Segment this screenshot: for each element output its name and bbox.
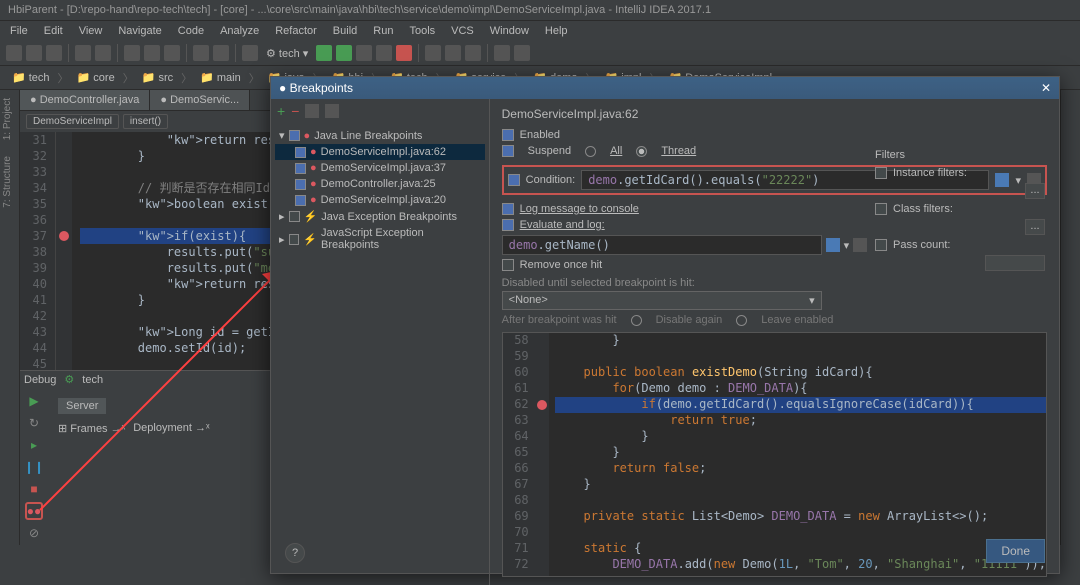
menu-edit[interactable]: Edit	[38, 23, 69, 39]
server-tab[interactable]: Server	[58, 398, 106, 414]
redo-icon[interactable]	[95, 45, 111, 61]
breakpoints-dialog: ● Breakpoints ✕ + − ▾●Java Line Breakpoi…	[270, 76, 1060, 574]
pause-icon[interactable]: ❙❙	[25, 458, 43, 476]
pass-chk[interactable]	[875, 239, 887, 251]
struct-icon[interactable]	[494, 45, 510, 61]
nav-tech[interactable]: 📁 tech	[8, 69, 54, 86]
suspend-chk[interactable]	[502, 145, 514, 157]
condition-chk[interactable]	[508, 174, 520, 186]
tree-icon[interactable]	[325, 104, 339, 118]
menu-help[interactable]: Help	[539, 23, 574, 39]
eval-input[interactable]: demo.getName()	[502, 235, 822, 255]
menu-tools[interactable]: Tools	[403, 23, 441, 39]
vcs3-icon[interactable]	[465, 45, 481, 61]
main-toolbar: ⚙ tech ▾	[0, 41, 1080, 66]
eval-expand-icon[interactable]	[853, 238, 867, 252]
menu-view[interactable]: View	[73, 23, 109, 39]
crumb-class[interactable]: DemoServiceImpl	[26, 114, 119, 129]
title-bar: HbiParent - [D:\repo-hand\repo-tech\tech…	[0, 0, 1080, 21]
stop-icon[interactable]	[396, 45, 412, 61]
make-icon[interactable]	[242, 45, 258, 61]
code-preview[interactable]: 585960616263646566676869707172 } public …	[502, 332, 1047, 577]
project-tool[interactable]: 1: Project	[0, 90, 15, 148]
enabled-chk[interactable]	[502, 129, 514, 141]
logmsg-chk[interactable]	[502, 203, 514, 215]
thread-radio[interactable]	[636, 146, 647, 157]
tab-democontroller[interactable]: ● DemoController.java	[20, 90, 150, 110]
removeonce-chk[interactable]	[502, 259, 514, 271]
frames-dd[interactable]: ⊞ Frames →ˣ	[58, 422, 125, 435]
cut-icon[interactable]	[124, 45, 140, 61]
run-icon[interactable]	[316, 45, 332, 61]
run-config-dd[interactable]: ⚙ tech ▾	[262, 47, 312, 60]
help-button[interactable]: ?	[285, 543, 305, 563]
menu-window[interactable]: Window	[484, 23, 535, 39]
add-bp-icon[interactable]: +	[277, 103, 285, 119]
disabled-until-label: Disabled until selected breakpoint is hi…	[502, 277, 1047, 289]
dialog-title-bar[interactable]: ● Breakpoints ✕	[271, 77, 1059, 99]
debug-config[interactable]: tech	[82, 374, 103, 386]
close-icon[interactable]: ✕	[1041, 81, 1051, 95]
crumb-method[interactable]: insert()	[123, 114, 168, 129]
vcs2-icon[interactable]	[445, 45, 461, 61]
reload-icon[interactable]: ↻	[25, 414, 43, 432]
tab-demoservice[interactable]: ● DemoServic...	[150, 90, 250, 110]
remove-bp-icon[interactable]: −	[291, 103, 299, 119]
disabled-until-dd[interactable]: <None>▾	[502, 291, 822, 310]
resume-icon[interactable]: ▸	[25, 436, 43, 454]
undo-icon[interactable]	[75, 45, 91, 61]
stop-debug-icon[interactable]: ■	[25, 480, 43, 498]
profile-icon[interactable]	[376, 45, 392, 61]
deployment-dd[interactable]: Deployment →ˣ	[133, 422, 209, 435]
all-radio[interactable]	[585, 146, 596, 157]
paste-icon[interactable]	[164, 45, 180, 61]
vcs1-icon[interactable]	[425, 45, 441, 61]
nav-src[interactable]: 📁 src	[138, 69, 177, 86]
save-icon[interactable]	[26, 45, 42, 61]
menu-build[interactable]: Build	[327, 23, 363, 39]
menu-vcs[interactable]: VCS	[445, 23, 480, 39]
inst-chk[interactable]	[875, 167, 887, 179]
eval-dd-icon[interactable]: ▾	[844, 239, 850, 252]
nav-main[interactable]: 📁 main	[196, 69, 245, 86]
leave-enabled-radio[interactable]	[736, 315, 747, 326]
pass-input[interactable]	[985, 255, 1045, 271]
view-bp-icon[interactable]: ●●	[25, 502, 43, 520]
right-gutter	[1060, 90, 1080, 545]
menu-run[interactable]: Run	[367, 23, 399, 39]
sync-icon[interactable]	[46, 45, 62, 61]
menu-analyze[interactable]: Analyze	[214, 23, 265, 39]
menu-file[interactable]: File	[4, 23, 34, 39]
open-icon[interactable]	[6, 45, 22, 61]
disable-again-radio[interactable]	[631, 315, 642, 326]
debug-icon[interactable]	[336, 45, 352, 61]
menu-refactor[interactable]: Refactor	[269, 23, 323, 39]
inst-dots[interactable]: ...	[1025, 183, 1045, 199]
menu-navigate[interactable]: Navigate	[112, 23, 167, 39]
copy-icon[interactable]	[144, 45, 160, 61]
left-gutter: 1: Project 7: Structure	[0, 90, 20, 545]
bp-tree[interactable]: ▾●Java Line Breakpoints ●DemoServiceImpl…	[271, 123, 489, 585]
cls-dots[interactable]: ...	[1025, 219, 1045, 235]
menu-code[interactable]: Code	[172, 23, 210, 39]
coverage-icon[interactable]	[356, 45, 372, 61]
nav-core[interactable]: 📁 core	[73, 69, 119, 86]
debug-label: Debug	[24, 374, 56, 386]
group-icon[interactable]	[305, 104, 319, 118]
mute-icon[interactable]: ⊘	[25, 524, 43, 542]
filters-label: Filters	[875, 149, 1045, 161]
fwd-icon[interactable]	[213, 45, 229, 61]
rerun-icon[interactable]: ▶	[25, 392, 43, 410]
bp-header: DemoServiceImpl.java:62	[502, 107, 1047, 121]
settings-icon[interactable]	[514, 45, 530, 61]
back-icon[interactable]	[193, 45, 209, 61]
menu-bar: FileEditViewNavigate CodeAnalyzeRefactorB…	[0, 21, 1080, 41]
evallog-chk[interactable]	[502, 219, 514, 231]
eval-lang-icon[interactable]	[826, 238, 840, 252]
cls-chk[interactable]	[875, 203, 887, 215]
structure-tool[interactable]: 7: Structure	[0, 148, 15, 216]
done-button[interactable]: Done	[986, 539, 1045, 563]
